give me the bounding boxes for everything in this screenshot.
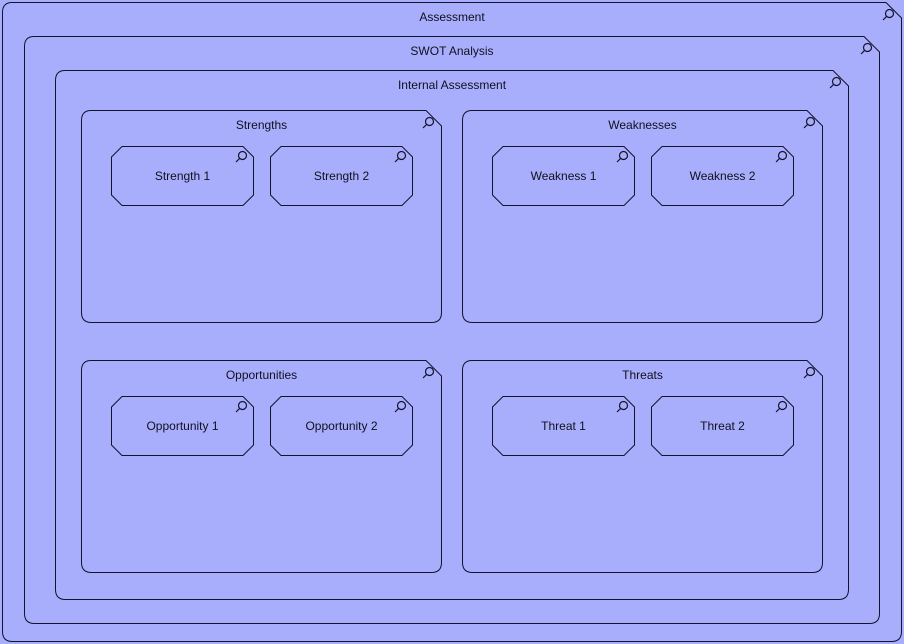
- element-strength-1-label: Strength 1: [154, 169, 211, 183]
- element-threat-2[interactable]: Threat 2: [651, 396, 794, 456]
- magnifier-icon: [420, 116, 436, 132]
- element-opportunity-1[interactable]: Opportunity 1: [111, 396, 254, 456]
- magnifier-icon: [827, 76, 843, 92]
- quadrant-strengths-label: Strengths: [235, 118, 288, 132]
- element-threat-1[interactable]: Threat 1: [492, 396, 635, 456]
- element-weakness-1-label: Weakness 1: [530, 169, 597, 183]
- element-weakness-2[interactable]: Weakness 2: [651, 146, 794, 206]
- quadrant-opportunities[interactable]: Opportunities: [81, 360, 442, 573]
- element-strength-1[interactable]: Strength 1: [111, 146, 254, 206]
- element-strength-2-outline: [270, 146, 413, 206]
- magnifier-icon: [420, 366, 436, 382]
- quadrant-weaknesses-outline: [462, 110, 823, 323]
- element-opportunity-1-label: Opportunity 1: [146, 419, 219, 433]
- quadrant-strengths[interactable]: Strengths: [81, 110, 442, 323]
- quadrant-strengths-outline: [81, 110, 442, 323]
- magnifier-icon: [773, 400, 789, 416]
- quadrant-weaknesses-label: Weaknesses: [608, 118, 677, 132]
- magnifier-icon: [233, 150, 249, 166]
- element-weakness-1[interactable]: Weakness 1: [492, 146, 635, 206]
- element-opportunity-1-outline: [111, 396, 254, 456]
- element-threat-1-label: Threat 1: [541, 419, 586, 433]
- group-swot-analysis-label: SWOT Analysis: [410, 44, 494, 58]
- element-strength-2[interactable]: Strength 2: [270, 146, 413, 206]
- element-weakness-2-outline: [651, 146, 794, 206]
- magnifier-icon: [233, 400, 249, 416]
- element-threat-1-outline: [492, 396, 635, 456]
- quadrant-opportunities-outline: [81, 360, 442, 573]
- group-internal-assessment-label: Internal Assessment: [397, 78, 507, 92]
- magnifier-icon: [392, 400, 408, 416]
- group-assessment-label: Assessment: [419, 10, 485, 24]
- quadrant-opportunities-label: Opportunities: [225, 368, 298, 382]
- element-strength-1-outline: [111, 146, 254, 206]
- element-strength-2-label: Strength 2: [313, 169, 370, 183]
- magnifier-icon: [801, 116, 817, 132]
- element-threat-2-label: Threat 2: [700, 419, 745, 433]
- magnifier-icon: [392, 150, 408, 166]
- element-weakness-2-label: Weakness 2: [689, 169, 756, 183]
- element-opportunity-2[interactable]: Opportunity 2: [270, 396, 413, 456]
- quadrant-weaknesses[interactable]: Weaknesses: [462, 110, 823, 323]
- quadrant-threats[interactable]: Threats: [462, 360, 823, 573]
- magnifier-icon: [801, 366, 817, 382]
- magnifier-icon: [880, 8, 896, 24]
- quadrant-threats-outline: [462, 360, 823, 573]
- magnifier-icon: [773, 150, 789, 166]
- magnifier-icon: [858, 42, 874, 58]
- element-opportunity-2-outline: [270, 396, 413, 456]
- quadrant-threats-label: Threats: [622, 368, 663, 382]
- element-threat-2-outline: [651, 396, 794, 456]
- magnifier-icon: [614, 150, 630, 166]
- element-weakness-1-outline: [492, 146, 635, 206]
- magnifier-icon: [614, 400, 630, 416]
- element-opportunity-2-label: Opportunity 2: [305, 419, 378, 433]
- diagram-canvas: Assessment SWOT Analysis Internal Assess…: [0, 0, 904, 644]
